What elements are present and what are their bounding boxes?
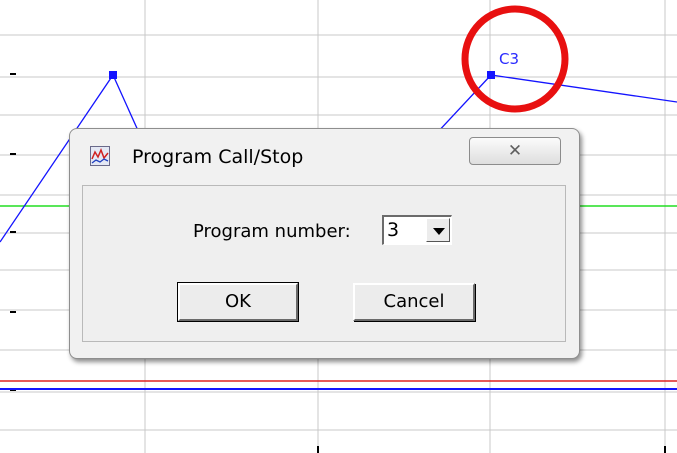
- program-number-select[interactable]: 3: [382, 215, 452, 245]
- dialog-titlebar[interactable]: Program Call/Stop ✕: [70, 129, 579, 183]
- program-call-stop-dialog: Program Call/Stop ✕ Program number: 3 OK…: [69, 128, 580, 359]
- ok-button[interactable]: OK: [177, 282, 299, 322]
- dialog-title: Program Call/Stop: [132, 146, 304, 168]
- program-number-label: Program number:: [193, 221, 351, 242]
- chevron-down-icon[interactable]: [426, 218, 450, 242]
- close-button[interactable]: ✕: [469, 137, 561, 165]
- series-point-c3: [487, 71, 495, 79]
- cancel-button[interactable]: Cancel: [353, 283, 475, 321]
- dialog-body: Program number: 3 OK Cancel: [82, 185, 566, 342]
- program-number-value: 3: [387, 219, 400, 241]
- chart-app-icon: [90, 146, 110, 166]
- close-icon: ✕: [507, 141, 523, 160]
- point-label-c3: C3: [499, 50, 520, 68]
- series-point: [109, 71, 117, 79]
